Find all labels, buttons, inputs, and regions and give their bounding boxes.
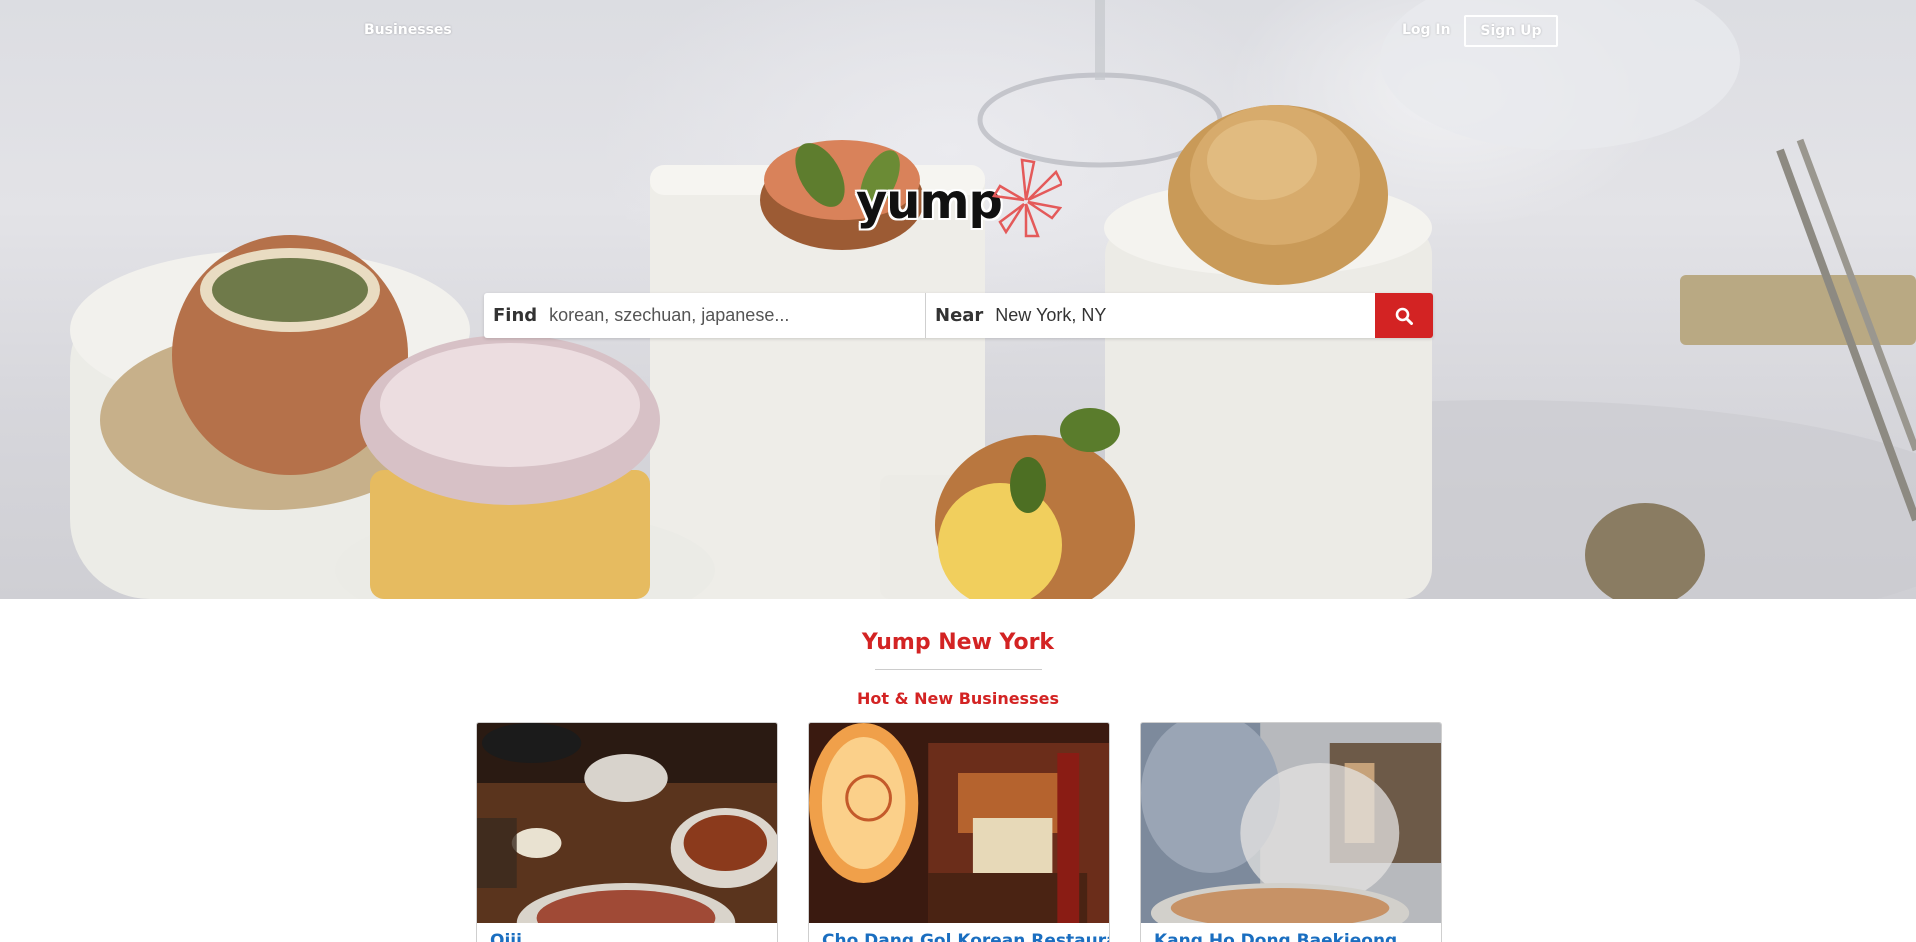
business-name[interactable]: Cho Dang Gol Korean Restaurant xyxy=(822,931,1109,942)
top-nav: Businesses Log In Sign Up xyxy=(0,0,1916,62)
near-input[interactable] xyxy=(995,293,1375,338)
business-card-cho-dang-gol[interactable]: Cho Dang Gol Korean Restaurant xyxy=(808,722,1110,942)
find-field: Find xyxy=(484,293,926,338)
title-divider xyxy=(875,669,1042,670)
city-title: Yump New York xyxy=(861,630,1055,655)
login-link[interactable]: Log In xyxy=(1402,22,1451,38)
business-name[interactable]: Kang Ho Dong Baekjeong xyxy=(1154,931,1397,942)
hero-banner: Businesses Log In Sign Up yump Find Near xyxy=(0,0,1916,599)
business-photo xyxy=(809,723,1109,923)
burst-icon xyxy=(992,158,1062,238)
business-name[interactable]: Oiji xyxy=(490,931,522,942)
business-card-kang-ho-dong[interactable]: Kang Ho Dong Baekjeong xyxy=(1140,722,1442,942)
search-bar: Find Near xyxy=(484,293,1433,338)
business-photo xyxy=(1141,723,1441,923)
business-photo xyxy=(477,723,777,923)
signup-button[interactable]: Sign Up xyxy=(1464,15,1558,47)
near-field: Near xyxy=(926,293,1375,338)
business-card-oiji[interactable]: Oiji xyxy=(476,722,778,942)
section-title: Hot & New Businesses xyxy=(857,689,1059,708)
search-icon xyxy=(1395,307,1413,325)
near-label: Near xyxy=(935,305,984,326)
find-label: Find xyxy=(493,305,538,326)
logo-text: yump xyxy=(856,174,1003,230)
search-button[interactable] xyxy=(1375,293,1433,338)
find-input[interactable] xyxy=(549,293,925,338)
businesses-link[interactable]: Businesses xyxy=(364,22,452,38)
main-content: Yump New York Hot & New Businesses Oiji xyxy=(0,599,1916,942)
yump-logo[interactable]: yump xyxy=(856,156,1062,250)
